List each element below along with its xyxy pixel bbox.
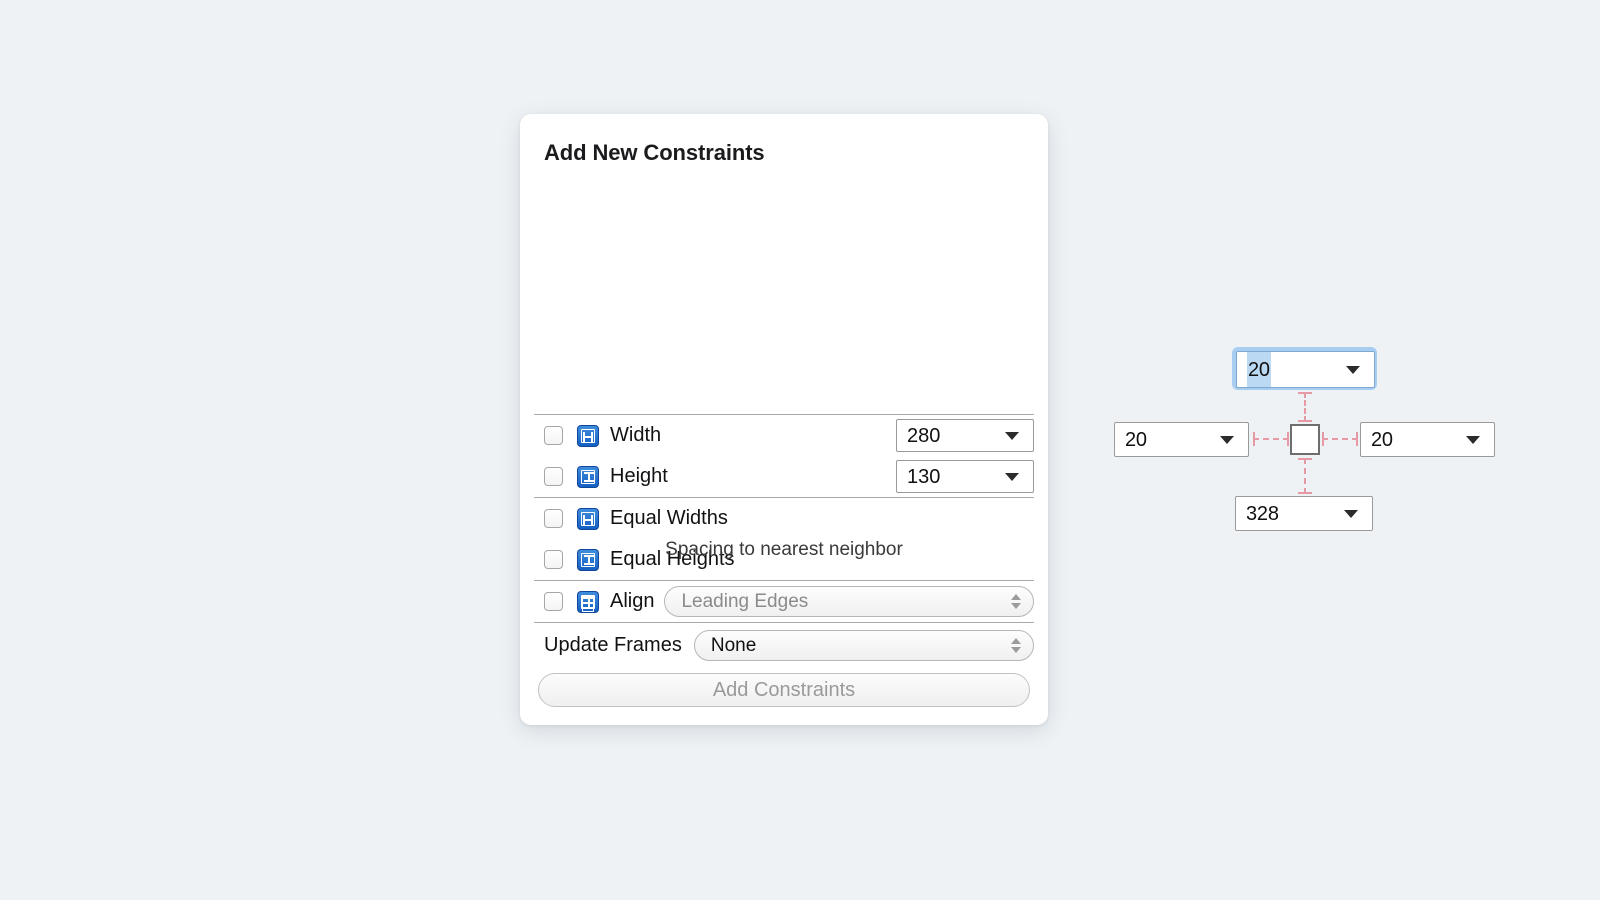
equal-widths-row[interactable]: Equal Widths (520, 498, 1048, 539)
align-panels-icon (577, 590, 599, 613)
add-constraints-button[interactable]: Add Constraints (538, 673, 1030, 707)
page-title: Add New Constraints (544, 140, 765, 165)
chevron-down-icon[interactable] (1344, 509, 1358, 518)
chevron-down-icon[interactable] (1466, 435, 1480, 444)
update-frames-select[interactable]: None (693, 629, 1034, 661)
top-spacing-combobox[interactable]: 20 (1236, 351, 1375, 388)
chevron-down-icon[interactable] (1346, 365, 1360, 374)
trailing-spacing-combobox[interactable]: 20 (1360, 422, 1495, 457)
width-beam-icon (577, 424, 599, 447)
stepper-icon[interactable] (1009, 634, 1023, 656)
screen-background: Add New Constraints 20 20 20 328 Spacing… (0, 0, 1600, 900)
spacing-diagram: 20 20 20 328 Spacing to nearest neighbor (520, 166, 1495, 560)
height-beam-icon (577, 465, 599, 488)
top-spacing-focus-ring: 20 (1232, 347, 1377, 390)
bottom-constraint-line-icon[interactable] (1298, 458, 1312, 494)
width-label: Width (610, 424, 662, 446)
height-row[interactable]: Height 130 (520, 456, 1048, 497)
update-frames-label: Update Frames (544, 633, 682, 656)
height-value: 130 (907, 465, 941, 488)
width-value-combobox[interactable]: 280 (896, 419, 1034, 452)
chevron-down-icon[interactable] (1005, 472, 1019, 481)
trailing-spacing-value: 20 (1371, 428, 1393, 451)
width-beam-icon (577, 507, 599, 530)
height-value-combobox[interactable]: 130 (896, 460, 1034, 493)
top-constraint-line-icon[interactable] (1298, 392, 1312, 422)
align-label: Align (610, 590, 655, 612)
height-beam-icon (577, 548, 599, 571)
chevron-down-icon[interactable] (1005, 431, 1019, 440)
width-checkbox[interactable] (544, 426, 563, 445)
width-row[interactable]: Width 280 (520, 415, 1048, 456)
equal-widths-label: Equal Widths (610, 507, 728, 529)
chevron-down-icon[interactable] (1220, 435, 1234, 444)
add-constraints-button-container: Add Constraints (520, 667, 1048, 725)
equal-widths-checkbox[interactable] (544, 509, 563, 528)
stepper-icon[interactable] (1009, 591, 1023, 613)
update-frames-row: Update Frames None (520, 623, 1048, 667)
selected-view-square[interactable] (1290, 424, 1320, 455)
top-spacing-value: 20 (1247, 352, 1271, 387)
height-checkbox[interactable] (544, 467, 563, 486)
trailing-constraint-line-icon[interactable] (1322, 432, 1358, 446)
align-checkbox[interactable] (544, 592, 563, 611)
spacing-caption: Spacing to nearest neighbor (665, 539, 903, 560)
bottom-spacing-combobox[interactable]: 328 (1235, 496, 1373, 531)
align-option-select[interactable]: Leading Edges (664, 586, 1034, 617)
leading-spacing-value: 20 (1125, 428, 1147, 451)
leading-constraint-line-icon[interactable] (1253, 432, 1289, 446)
height-label: Height (610, 465, 668, 487)
align-selected-option: Leading Edges (681, 591, 809, 612)
leading-spacing-combobox[interactable]: 20 (1114, 422, 1249, 457)
update-frames-selected-option: None (710, 634, 757, 656)
bottom-spacing-value: 328 (1246, 502, 1279, 525)
dimension-section: Width 280 Height 130 (520, 415, 1048, 497)
add-new-constraints-popover: Add New Constraints 20 20 20 328 Spacing… (520, 114, 1495, 725)
align-row[interactable]: Align Leading Edges (520, 581, 1048, 622)
width-value: 280 (907, 424, 941, 447)
align-section: Align Leading Edges (520, 581, 1048, 622)
